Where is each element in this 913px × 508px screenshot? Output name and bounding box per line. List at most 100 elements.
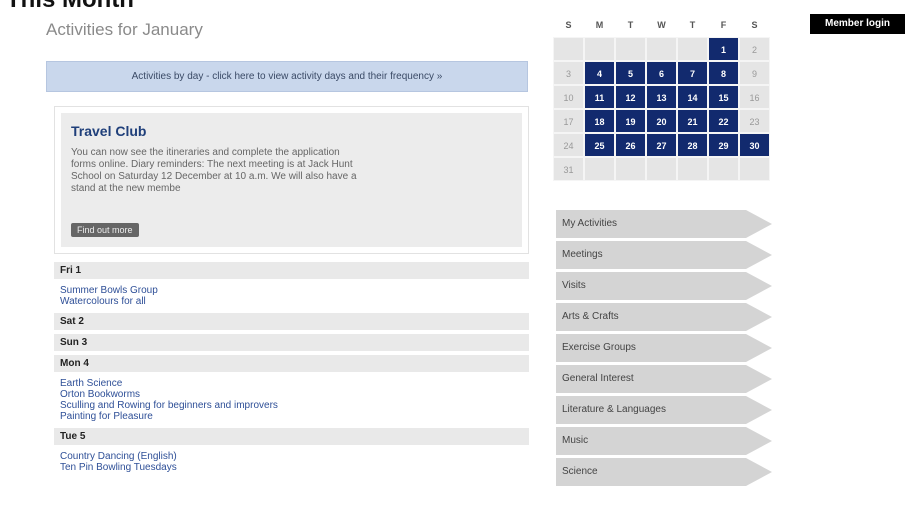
calendar-day-active[interactable]: 1 — [708, 37, 739, 61]
day-header: Fri 1 — [54, 262, 529, 279]
calendar-day: 16 — [739, 85, 770, 109]
featured-card-body: Travel Club You can now see the itinerar… — [61, 113, 522, 247]
day-header: Mon 4 — [54, 355, 529, 372]
calendar-day-active[interactable]: 21 — [677, 109, 708, 133]
menu-item-label: Exercise Groups — [562, 342, 636, 353]
calendar-day-active[interactable]: 11 — [584, 85, 615, 109]
calendar-day: 17 — [553, 109, 584, 133]
calendar-day-active[interactable]: 19 — [615, 109, 646, 133]
menu-item-science[interactable]: Science — [556, 458, 772, 486]
calendar-day-active[interactable]: 18 — [584, 109, 615, 133]
calendar-day-active[interactable]: 25 — [584, 133, 615, 157]
calendar-day-active[interactable]: 8 — [708, 61, 739, 85]
day-activity-list: Country Dancing (English) Ten Pin Bowlin… — [54, 447, 529, 479]
calendar-day-active[interactable]: 26 — [615, 133, 646, 157]
day-activity-list: Summer Bowls Group Watercolours for all — [54, 281, 529, 313]
day-header: Sun 3 — [54, 334, 529, 351]
day-group: Mon 4 Earth Science Orton Bookworms Scul… — [54, 355, 529, 428]
calendar-day-active[interactable]: 14 — [677, 85, 708, 109]
activity-link[interactable]: Sculling and Rowing for beginners and im… — [60, 400, 523, 411]
calendar-day-active[interactable]: 30 — [739, 133, 770, 157]
menu-item-label: General Interest — [562, 373, 634, 384]
member-login-button[interactable]: Member login — [810, 14, 905, 34]
calendar-week-row: 12 — [553, 37, 771, 61]
day-header: Sat 2 — [54, 313, 529, 330]
activity-link[interactable]: Country Dancing (English) — [60, 451, 523, 462]
menu-item-label: Literature & Languages — [562, 404, 666, 415]
menu-item-arts-crafts[interactable]: Arts & Crafts — [556, 303, 772, 331]
weekday-label: M — [595, 20, 604, 30]
calendar-day: 2 — [739, 37, 770, 61]
main-content: Activities for January Activities by day… — [10, 8, 532, 508]
activity-link[interactable]: Summer Bowls Group — [60, 285, 523, 296]
calendar-day-active[interactable]: 12 — [615, 85, 646, 109]
calendar-day-active[interactable]: 29 — [708, 133, 739, 157]
calendar-week-row: 10 11 12 13 14 15 16 — [553, 85, 771, 109]
calendar-empty-cell — [646, 157, 677, 181]
activity-link[interactable]: Earth Science — [60, 378, 523, 389]
weekday-label: S — [565, 20, 572, 30]
calendar-empty-cell — [677, 37, 708, 61]
day-group: Sun 3 — [54, 334, 529, 355]
calendar-week-row: 31 — [553, 157, 771, 181]
day-group: Tue 5 Country Dancing (English) Ten Pin … — [54, 428, 529, 479]
featured-description: You can now see the itineraries and comp… — [71, 147, 357, 194]
weekday-label: F — [720, 20, 727, 30]
activity-category-menu: My Activities Meetings Visits Arts & Cra… — [556, 210, 772, 489]
menu-item-label: Visits — [562, 280, 586, 291]
day-header: Tue 5 — [54, 428, 529, 445]
calendar-day-active[interactable]: 27 — [646, 133, 677, 157]
calendar-empty-cell — [584, 37, 615, 61]
menu-item-label: Meetings — [562, 249, 603, 260]
day-group: Fri 1 Summer Bowls Group Watercolours fo… — [54, 262, 529, 313]
calendar-day: 23 — [739, 109, 770, 133]
activity-link[interactable]: Painting for Pleasure — [60, 411, 523, 422]
menu-item-general-interest[interactable]: General Interest — [556, 365, 772, 393]
menu-item-music[interactable]: Music — [556, 427, 772, 455]
calendar-empty-cell — [584, 157, 615, 181]
page-subtitle: Activities for January — [46, 20, 203, 39]
menu-item-label: Arts & Crafts — [562, 311, 619, 322]
calendar-day-active[interactable]: 7 — [677, 61, 708, 85]
calendar-day-active[interactable]: 4 — [584, 61, 615, 85]
calendar-day: 10 — [553, 85, 584, 109]
calendar-day: 31 — [553, 157, 584, 181]
calendar-day: 3 — [553, 61, 584, 85]
calendar-weekday-row: S M T W T F S — [553, 13, 771, 37]
activities-by-day-banner[interactable]: Activities by day - click here to view a… — [46, 61, 528, 92]
menu-item-label: My Activities — [562, 218, 618, 229]
weekday-label: T — [627, 20, 634, 30]
calendar-day-active[interactable]: 28 — [677, 133, 708, 157]
menu-item-literature-languages[interactable]: Literature & Languages — [556, 396, 772, 424]
calendar-empty-cell — [615, 37, 646, 61]
calendar-empty-cell — [615, 157, 646, 181]
month-calendar: S M T W T F S 1 2 3 4 5 6 7 8 9 10 11 12 13 14 15 16 17 1… — [553, 13, 771, 181]
calendar-week-row: 24 25 26 27 28 29 30 — [553, 133, 771, 157]
calendar-empty-cell — [553, 37, 584, 61]
find-out-more-button[interactable]: Find out more — [71, 223, 139, 237]
activity-link[interactable]: Orton Bookworms — [60, 389, 523, 400]
calendar-day-active[interactable]: 20 — [646, 109, 677, 133]
weekday-label: W — [657, 20, 666, 30]
menu-item-label: Music — [562, 435, 589, 446]
calendar-day: 9 — [739, 61, 770, 85]
calendar-day-active[interactable]: 6 — [646, 61, 677, 85]
calendar-week-row: 17 18 19 20 21 22 23 — [553, 109, 771, 133]
calendar-week-row: 3456789 — [553, 61, 771, 85]
calendar-day: 24 — [553, 133, 584, 157]
activity-link[interactable]: Watercolours for all — [60, 296, 523, 307]
menu-item-visits[interactable]: Visits — [556, 272, 772, 300]
daily-activities-list: Fri 1 Summer Bowls Group Watercolours fo… — [54, 262, 529, 479]
calendar-grid: 1 2 3 4 5 6 7 8 9 10 11 12 13 14 15 16 17 18 19 20 21 22 23 24 2… — [553, 37, 771, 181]
calendar-day-active[interactable]: 5 — [615, 61, 646, 85]
menu-item-exercise-groups[interactable]: Exercise Groups — [556, 334, 772, 362]
featured-activity-card: Travel Club You can now see the itinerar… — [54, 106, 529, 254]
menu-item-meetings[interactable]: Meetings — [556, 241, 772, 269]
calendar-empty-cell — [646, 37, 677, 61]
menu-item-my-activities[interactable]: My Activities — [556, 210, 772, 238]
calendar-day-active[interactable]: 15 — [708, 85, 739, 109]
featured-title[interactable]: Travel Club — [71, 123, 146, 139]
calendar-day-active[interactable]: 13 — [646, 85, 677, 109]
activity-link[interactable]: Ten Pin Bowling Tuesdays — [60, 462, 523, 473]
calendar-day-active[interactable]: 22 — [708, 109, 739, 133]
